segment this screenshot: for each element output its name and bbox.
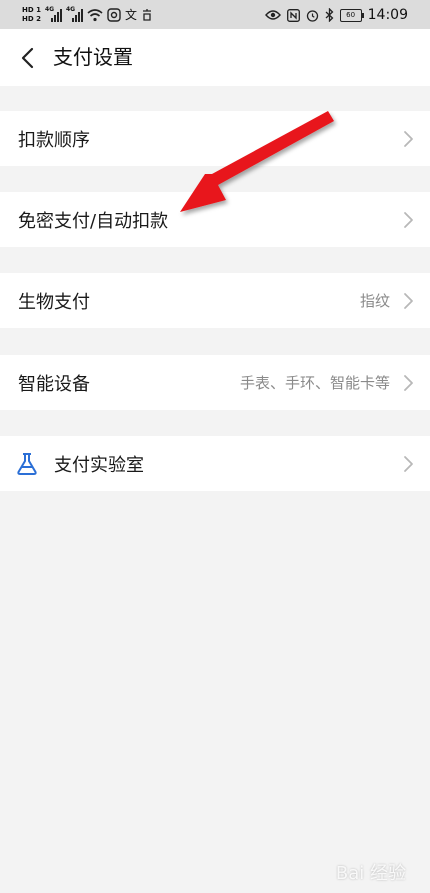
signal-icon-2: 4G <box>65 6 83 22</box>
watermark: Bai 经验 <box>335 863 406 884</box>
alarm-icon <box>306 9 318 22</box>
translate-icon: 文 <box>124 8 137 22</box>
chevron-right-icon <box>404 293 413 309</box>
bluetooth-icon <box>325 8 334 22</box>
chevron-left-icon <box>21 47 34 69</box>
hd1-label: HD 1 <box>22 6 41 14</box>
page-title: 支付设置 <box>53 45 133 69</box>
chevron-right-icon <box>404 375 413 391</box>
chevron-right-icon <box>404 456 413 472</box>
chevron-right-icon <box>404 131 413 147</box>
row-label: 扣款顺序 <box>18 129 90 151</box>
app-icon <box>143 9 151 21</box>
row-label: 生物支付 <box>18 291 90 313</box>
signal-icon: 4G <box>44 6 62 22</box>
row-value: 手表、手环、智能卡等 <box>239 374 390 392</box>
network-type-2: 4G <box>65 6 76 13</box>
app-notification-icon <box>107 8 121 22</box>
chevron-right-icon <box>404 212 413 228</box>
settings-row-biometric-payment[interactable]: 生物支付 指纹 <box>0 273 430 328</box>
battery-level: 60 <box>346 10 356 19</box>
hd2-label: HD 2 <box>22 15 41 23</box>
row-label: 支付实验室 <box>54 454 144 476</box>
page-header: 支付设置 <box>0 29 430 86</box>
wifi-icon <box>87 9 103 22</box>
row-label: 智能设备 <box>18 373 90 395</box>
network-type-1: 4G <box>44 6 55 13</box>
back-button[interactable] <box>12 43 42 73</box>
battery-icon: 60 <box>339 8 364 22</box>
status-time: 14:09 <box>367 7 408 23</box>
row-value: 指纹 <box>359 292 390 310</box>
settings-row-password-free-payment[interactable]: 免密支付/自动扣款 <box>0 192 430 247</box>
nfc-icon <box>286 8 300 22</box>
settings-row-smart-devices[interactable]: 智能设备 手表、手环、智能卡等 <box>0 355 430 410</box>
status-bar: HD 1 HD 2 4G 4G 文 60 14:09 <box>0 0 430 29</box>
settings-row-payment-lab[interactable]: 支付实验室 <box>0 436 430 491</box>
row-label: 免密支付/自动扣款 <box>18 210 169 232</box>
flask-icon <box>17 453 37 475</box>
sim-hd-indicator: HD 1 HD 2 <box>22 6 41 24</box>
eye-icon <box>264 10 281 20</box>
settings-row-deduction-order[interactable]: 扣款顺序 <box>0 111 430 166</box>
